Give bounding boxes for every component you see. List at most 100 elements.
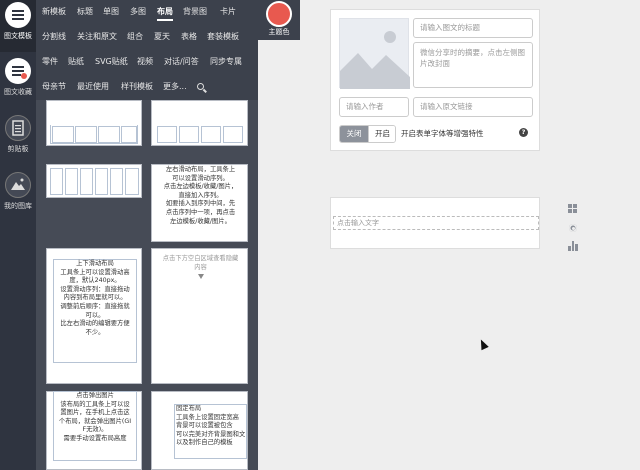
tab-combo[interactable]: 组合 [127, 25, 143, 49]
layout-cell [75, 126, 97, 143]
template-card[interactable]: 固定布局 工具条上设置固定宽高 背景可以设置被包含 可以完美对齐背景图和文 以及… [151, 391, 248, 470]
tab-table[interactable]: 表格 [181, 25, 197, 49]
cover-image-placeholder[interactable] [339, 18, 410, 89]
layout-cell [52, 126, 74, 143]
nav-row: 零件 贴纸 SVG贴纸 视频 对话/问答 同步专属 [36, 50, 258, 74]
card-line: 工具条上可以设置滑动高 [60, 268, 130, 276]
author-input[interactable]: 请输入作者 [339, 97, 409, 117]
bar-chart-icon[interactable] [568, 241, 578, 251]
card-line: 可以设置滑动序列。 [172, 174, 229, 182]
tab-summer[interactable]: 夏天 [154, 25, 170, 49]
tab-parts[interactable]: 零件 [42, 50, 58, 74]
card-line: 背景可以设置被包含 [176, 422, 233, 430]
image-icon [340, 31, 410, 89]
card-description: 固定布局 工具条上设置固定宽高 背景可以设置被包含 可以完美对齐背景图和文 以及… [176, 405, 247, 448]
tab-layout[interactable]: 布局 [157, 0, 173, 24]
tab-sync-exclusive[interactable]: 同步专属 [210, 50, 242, 74]
rail-label: 我的图库 [4, 202, 32, 210]
card-line: 置图片，在手机上点击这 [60, 409, 130, 417]
card-line: 该布局的工具条上可以设 [60, 400, 130, 408]
layout-cell [95, 168, 108, 195]
toggle-description: 开启表单字体等增强特性 [401, 129, 484, 138]
layout-cell [110, 168, 123, 195]
tab-card[interactable]: 卡片 [220, 0, 236, 24]
left-rail: 图文模板 图文收藏 剪贴板 我的图库 [0, 0, 36, 470]
grid-icon[interactable] [568, 204, 578, 214]
toggle-on-button[interactable]: 开启 [368, 126, 395, 142]
template-grid: 左右滑动布局，工具条上 可以设置滑动序列。 点击左边模板/收藏/图片， 直接加入… [36, 100, 258, 470]
tab-new-templates[interactable]: 新模板 [42, 0, 66, 24]
card-line: 左右滑动布局，工具条上 [165, 166, 236, 173]
tab-title[interactable]: 标题 [77, 0, 93, 24]
layout-cell [201, 126, 221, 143]
tab-video[interactable]: 视频 [137, 50, 153, 74]
tab-sample-templates[interactable]: 样刊模板 [121, 75, 153, 99]
layout-cell [98, 126, 120, 143]
template-card[interactable] [46, 100, 142, 146]
text-input[interactable]: 点击输入文字 [333, 216, 539, 230]
template-card[interactable]: 点击下方空白区域查看隐藏 内容 [151, 248, 248, 384]
rail-item-clipboard[interactable]: 剪贴板 [0, 113, 36, 165]
tab-mothers-day[interactable]: 母亲节 [42, 75, 66, 99]
template-card[interactable]: 左右滑动布局，工具条上 可以设置滑动序列。 点击左边模板/收藏/图片， 直接加入… [151, 164, 248, 242]
card-description: 上下滑动布局 工具条上可以设置滑动高 度，默认240px。 设置滑动序列：直接拖… [51, 260, 139, 337]
card-description: 点击下方空白区域查看隐藏 内容 [154, 255, 247, 280]
tab-multi-image[interactable]: 多图 [130, 0, 146, 24]
card-line: 左边模板/收藏/图片。 [170, 217, 231, 225]
card-description: 点击弹出图片 该布局的工具条上可以设 置图片，在手机上点击这 个布局，就会弹出图… [51, 392, 139, 444]
template-card[interactable] [46, 164, 142, 198]
title-input[interactable]: 请输入图文的标题 [413, 18, 533, 38]
help-icon[interactable]: ? [519, 128, 528, 137]
card-line: 点击左边模板/收藏/图片， [163, 183, 238, 191]
gear-icon[interactable] [568, 223, 578, 233]
nav-row: 分割线 关注和原文 组合 夏天 表格 套装模板 [36, 25, 258, 49]
tab-dialogue-qa[interactable]: 对话/问答 [164, 50, 199, 74]
card-line: 需要手动设置布局高度 [63, 434, 127, 442]
layout-cell [50, 168, 63, 195]
source-link-input[interactable]: 请输入原文链接 [413, 97, 533, 117]
card-line: 固定布局 [176, 405, 202, 412]
theme-color-button[interactable]: 主题色 [258, 0, 300, 40]
tab-single-image[interactable]: 单图 [103, 0, 119, 24]
rail-label: 图文模板 [4, 32, 32, 40]
layout-cell [179, 126, 199, 143]
tab-recently-used[interactable]: 最近使用 [77, 75, 109, 99]
card-line: 以及制作自己的模板 [176, 439, 233, 447]
article-settings-panel: 请输入图文的标题 微信分享时的摘要，点击左侧图片改封面 请输入作者 请输入原文链… [330, 9, 540, 151]
layout-cell [121, 126, 137, 143]
caret-down-icon [197, 274, 204, 280]
layout-cell [125, 168, 139, 195]
layout-cell [223, 126, 243, 143]
tab-follow-and-source[interactable]: 关注和原文 [77, 25, 117, 49]
tab-stickers[interactable]: 贴纸 [68, 50, 84, 74]
rail-item-templates[interactable]: 图文模板 [0, 0, 36, 52]
layout-cell [157, 126, 177, 143]
category-nav: 新模板 标题 单图 多图 布局 背景图 卡片 分割线 关注和原文 组合 夏天 表… [36, 0, 258, 100]
rail-item-gallery[interactable]: 我的图库 [0, 170, 36, 222]
toggle-off-button[interactable]: 关闭 [340, 126, 368, 142]
tab-more[interactable]: 更多... [163, 75, 187, 99]
card-line: 内容到布局里就可以。 [63, 294, 127, 302]
editor-area: 请输入图文的标题 微信分享时的摘要，点击左侧图片改封面 请输入作者 请输入原文链… [300, 0, 640, 470]
card-line: 度，默认240px。 [69, 277, 121, 285]
rail-label: 剪贴板 [7, 145, 29, 153]
tab-svg-stickers[interactable]: SVG贴纸 [95, 50, 128, 74]
gallery-icon [5, 172, 31, 198]
card-line: F无效)。 [82, 426, 108, 434]
template-card[interactable] [151, 100, 248, 146]
rail-item-favorites[interactable]: 图文收藏 [0, 56, 36, 108]
theme-color-swatch [266, 1, 292, 27]
enhanced-features-toggle[interactable]: 关闭 开启 [339, 125, 396, 143]
rail-label: 图文收藏 [4, 88, 32, 96]
template-card[interactable]: 点击弹出图片 该布局的工具条上可以设 置图片，在手机上点击这 个布局，就会弹出图… [46, 391, 142, 470]
card-line: 比左右滑动的编辑要方便 [60, 320, 130, 328]
card-line: 上下滑动布局 [76, 260, 114, 267]
tab-background-image[interactable]: 背景图 [183, 0, 207, 24]
search-icon[interactable] [197, 83, 204, 90]
tab-divider[interactable]: 分割线 [42, 25, 66, 49]
tab-template-sets[interactable]: 套装模板 [207, 25, 239, 49]
card-line: 点击下方空白区域查看隐藏 [162, 255, 239, 262]
summary-input[interactable]: 微信分享时的摘要，点击左侧图片改封面 [413, 42, 533, 88]
card-line: 工具条上设置固定宽高 [176, 413, 239, 421]
template-card[interactable]: 上下滑动布局 工具条上可以设置滑动高 度，默认240px。 设置滑动序列：直接拖… [46, 248, 142, 384]
